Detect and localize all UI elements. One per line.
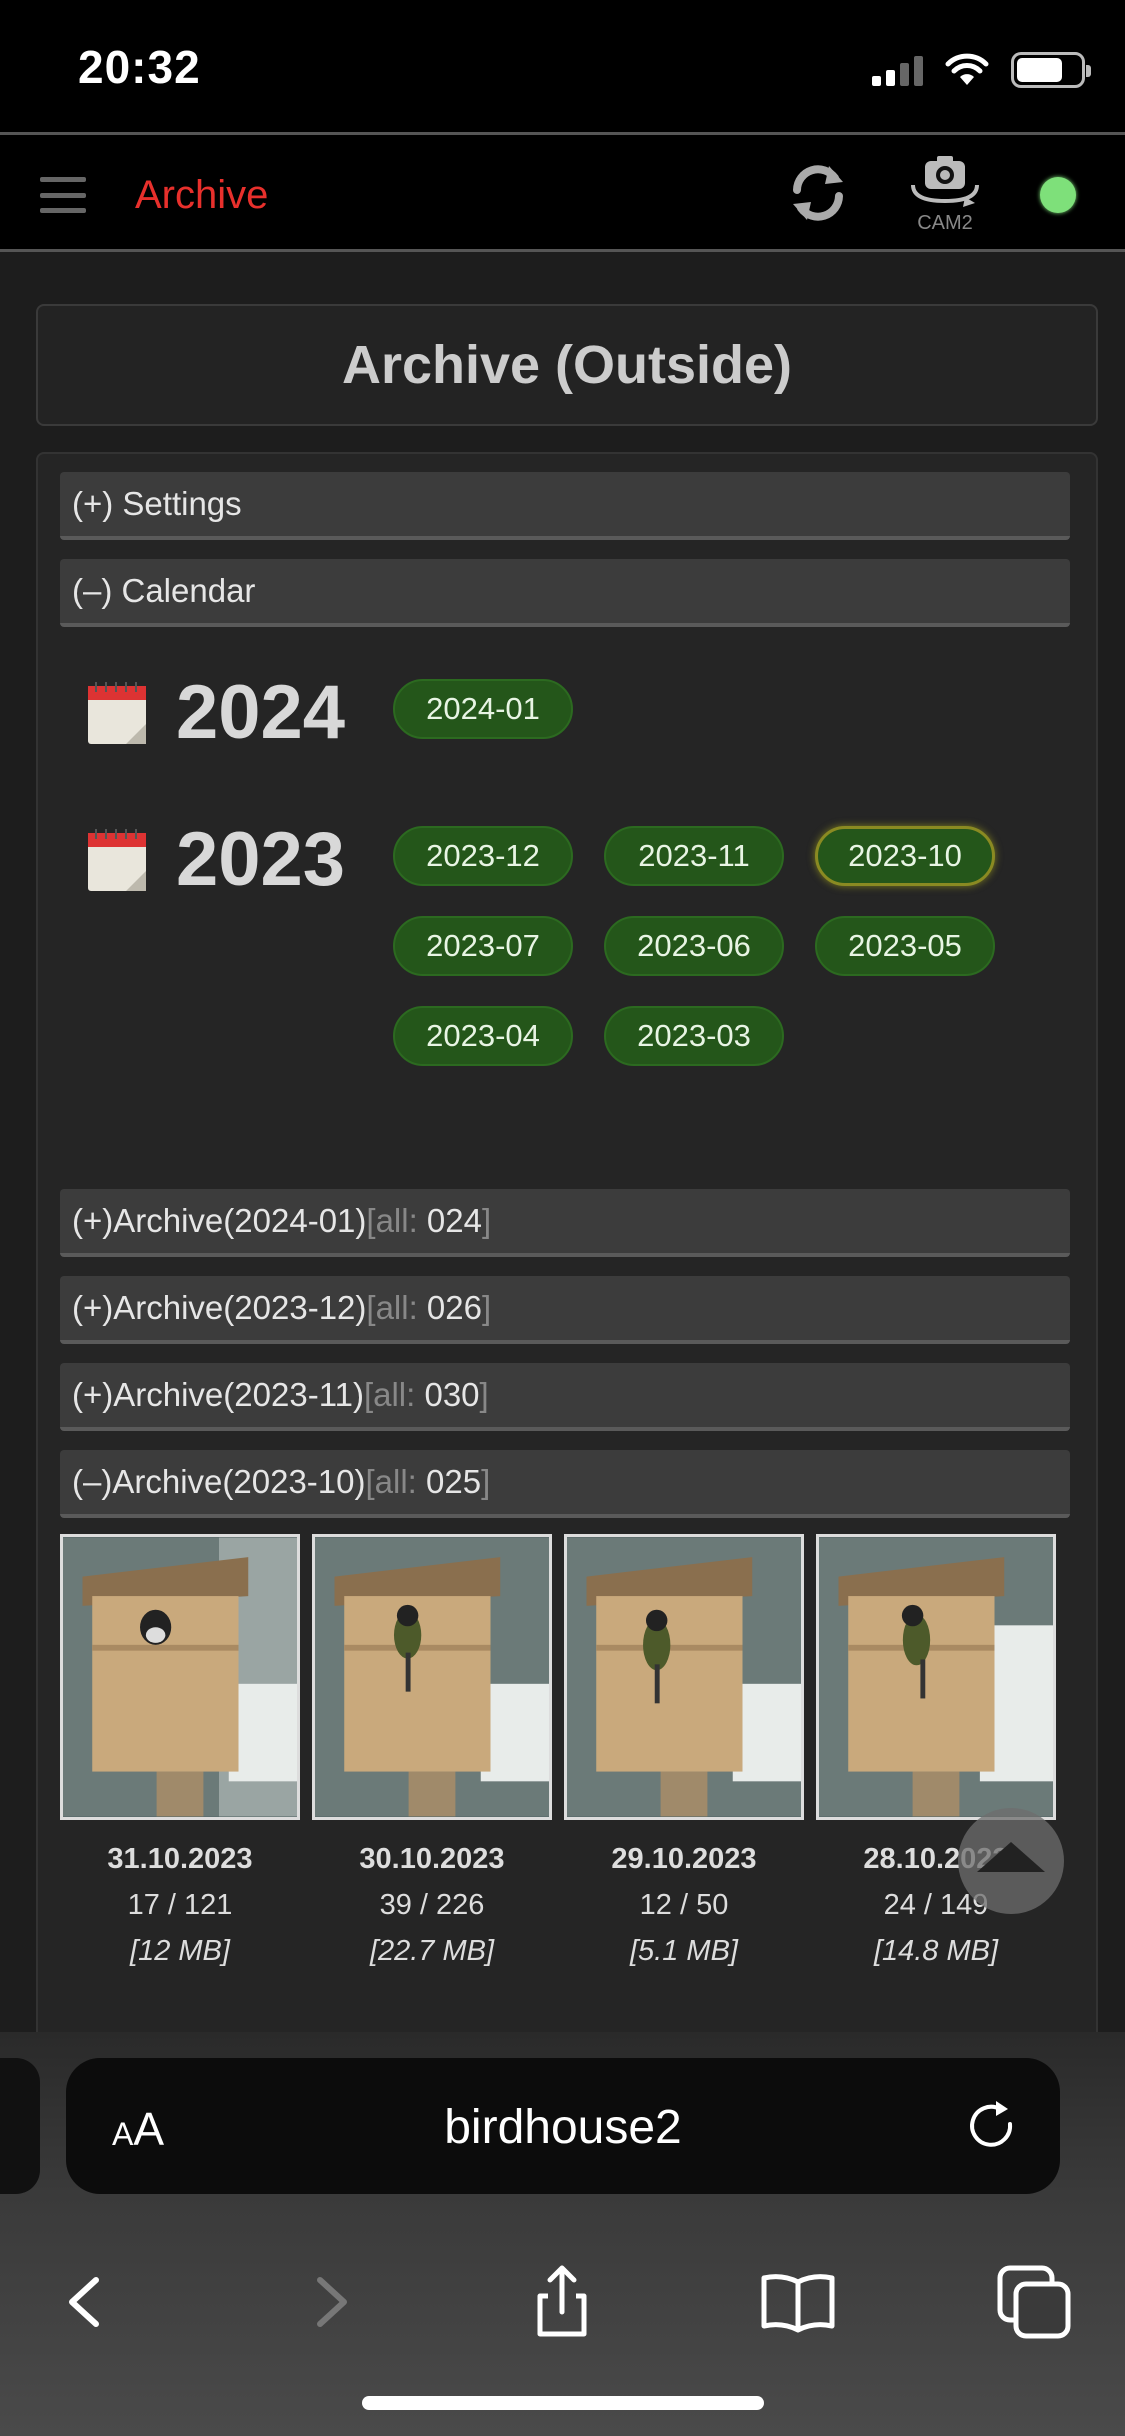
address-bar[interactable]: AA birdhouse2 [66, 2058, 1060, 2194]
forward-icon[interactable] [290, 2262, 370, 2342]
month-button-2023-05[interactable]: 2023-05 [815, 916, 995, 976]
scroll-to-top-button[interactable] [958, 1808, 1064, 1914]
status-bar: 20:32 [0, 0, 1125, 132]
archive-panel: (+) Settings (–) Calendar 2024 2024-01 2… [36, 452, 1098, 2052]
browser-chrome: AA birdhouse2 [0, 2032, 1125, 2436]
share-icon[interactable] [522, 2262, 602, 2342]
day-caption: 31.10.2023 17 / 121 [12 MB] [107, 1843, 253, 1967]
day-thumbnail[interactable] [60, 1534, 300, 1820]
page-reload-icon[interactable] [964, 2098, 1020, 2154]
camera-icon [911, 156, 979, 207]
page-title-box: Archive (Outside) [36, 304, 1098, 426]
url-text[interactable]: birdhouse2 [66, 2100, 1060, 2155]
day-thumbnails: 31.10.2023 17 / 121 [12 MB] 30.10.2023 39 /… [60, 1534, 1070, 1967]
previous-tab-peek[interactable] [0, 2058, 40, 2194]
day-thumbnail[interactable] [564, 1534, 804, 1820]
month-button-2023-06[interactable]: 2023-06 [604, 916, 784, 976]
calendar-icon [88, 681, 146, 744]
calendar-icon [88, 828, 146, 891]
app-title[interactable]: Archive [135, 173, 268, 218]
menu-icon[interactable] [40, 177, 86, 213]
day-thumbnail[interactable] [312, 1534, 552, 1820]
arrow-up-icon [977, 1842, 1045, 1872]
month-button-2023-04[interactable]: 2023-04 [393, 1006, 573, 1066]
birdhouse-image [819, 1537, 1053, 1817]
day-thumbnail[interactable] [816, 1534, 1056, 1820]
month-button-2023-12[interactable]: 2023-12 [393, 826, 573, 886]
page-content: Archive (Outside) (+) Settings (–) Calen… [0, 252, 1125, 2052]
app-header: Archive CAM2 [0, 132, 1125, 252]
calendar-year-2023: 2023 [84, 816, 345, 903]
archive-toggle-2023-10[interactable]: (–) Archive (2023-10) [all: 025] [60, 1450, 1070, 1518]
calendar-year-2024: 2024 [84, 669, 345, 756]
birdhouse-image [315, 1537, 549, 1817]
calendar-toggle[interactable]: (–) Calendar [60, 559, 1070, 627]
status-icons [872, 52, 1091, 88]
tabs-icon[interactable] [994, 2262, 1074, 2342]
year-label: 2024 [176, 670, 346, 755]
back-icon[interactable] [46, 2262, 126, 2342]
camera-switch-button[interactable]: CAM2 [905, 153, 985, 243]
month-button-2024-01[interactable]: 2024-01 [393, 679, 573, 739]
day-caption: 30.10.2023 39 / 226 [22.7 MB] [359, 1843, 505, 1967]
battery-icon [1011, 52, 1091, 88]
archive-toggle-2024-01[interactable]: (+) Archive (2024-01) [all: 024] [60, 1189, 1070, 1257]
home-indicator [362, 2396, 764, 2410]
archive-toggle-2023-11[interactable]: (+) Archive (2023-11) [all: 030] [60, 1363, 1070, 1431]
page-title: Archive (Outside) [341, 335, 793, 395]
reload-icon[interactable] [785, 160, 851, 226]
browser-toolbar [0, 2232, 1125, 2362]
birdhouse-image [63, 1537, 297, 1817]
month-button-2023-10[interactable]: 2023-10 [815, 826, 995, 886]
bookmarks-icon[interactable] [758, 2262, 838, 2342]
wifi-icon [945, 53, 989, 85]
signal-icon [872, 54, 923, 86]
month-button-2023-07[interactable]: 2023-07 [393, 916, 573, 976]
day-caption: 29.10.2023 12 / 50 [5.1 MB] [611, 1843, 757, 1967]
year-label: 2023 [176, 817, 346, 902]
settings-toggle[interactable]: (+) Settings [60, 472, 1070, 540]
camera-label: CAM2 [917, 212, 973, 234]
birdhouse-image [567, 1537, 801, 1817]
archive-toggle-2023-12[interactable]: (+) Archive (2023-12) [all: 026] [60, 1276, 1070, 1344]
connection-status-indicator [1040, 177, 1076, 213]
month-button-2023-11[interactable]: 2023-11 [604, 826, 784, 886]
status-time: 20:32 [78, 41, 201, 93]
month-button-2023-03[interactable]: 2023-03 [604, 1006, 784, 1066]
